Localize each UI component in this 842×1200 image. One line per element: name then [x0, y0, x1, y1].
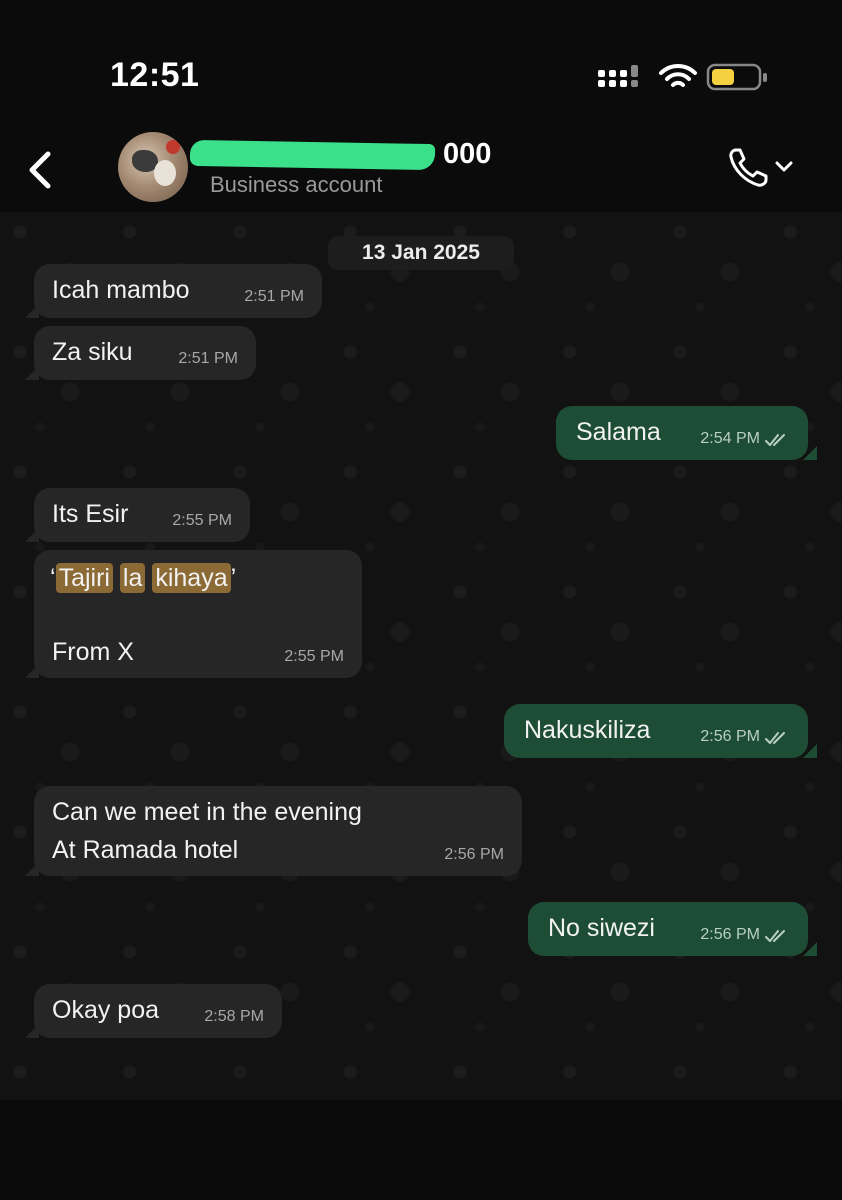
- read-receipt-icon: [765, 732, 785, 744]
- chevron-down-icon: [775, 161, 793, 172]
- read-receipt-icon: [765, 434, 785, 446]
- phone-call-icon: [729, 148, 768, 187]
- message-text: Okay poa: [52, 996, 160, 1024]
- back-button[interactable]: [22, 148, 62, 192]
- quote-close: ’: [230, 564, 237, 592]
- chat-header: 000 Business account: [0, 130, 842, 212]
- message-outgoing[interactable]: Nakuskiliza 2:56 PM: [504, 704, 808, 758]
- message-time: 2:56 PM: [700, 728, 760, 745]
- status-bar: 12:51: [0, 0, 842, 130]
- wifi-icon: [659, 63, 697, 87]
- message-outgoing[interactable]: No siwezi 2:56 PM: [528, 902, 808, 956]
- message-outgoing[interactable]: Salama 2:54 PM: [556, 406, 808, 460]
- message-text: Nakuskiliza: [524, 716, 651, 744]
- message-text: Za siku: [52, 338, 133, 366]
- message-incoming[interactable]: Okay poa 2:58 PM: [25, 984, 282, 1038]
- message-text: Its Esir: [52, 500, 129, 528]
- quote-open: ‘: [50, 564, 56, 592]
- status-time: 12:51: [110, 56, 200, 94]
- message-incoming[interactable]: Its Esir 2:55 PM: [25, 488, 250, 542]
- message-text: At Ramada hotel: [52, 836, 239, 864]
- message-incoming[interactable]: Icah mambo 2:51 PM: [25, 264, 322, 318]
- contact-subtitle: Business account: [210, 172, 383, 197]
- message-time: 2:56 PM: [700, 926, 760, 943]
- name-redaction: [189, 139, 436, 171]
- message-time: 2:51 PM: [178, 350, 238, 367]
- contact-name-suffix: 000: [443, 138, 492, 170]
- message-incoming[interactable]: ‘Tajiri la kihaya’ From X 2:55 PM: [25, 550, 362, 678]
- chat-area[interactable]: 13 Jan 2025 Icah mambo 2:51 PM Za siku 2…: [0, 212, 842, 1100]
- cellular-signal-icon: [598, 65, 638, 87]
- message-time: 2:51 PM: [244, 288, 304, 305]
- message-time: 2:56 PM: [444, 846, 504, 863]
- message-text: No siwezi: [548, 914, 655, 942]
- highlighted-word: la: [119, 563, 146, 593]
- message-text: From X: [52, 638, 134, 666]
- back-chevron-icon: [29, 151, 51, 189]
- message-time: 2:58 PM: [204, 1008, 264, 1025]
- battery-icon: [706, 63, 767, 91]
- highlighted-word: Tajiri: [55, 563, 113, 593]
- message-time: 2:54 PM: [700, 430, 760, 447]
- highlighted-word: kihaya: [152, 563, 231, 593]
- message-quote-line: ‘Tajiri la kihaya’: [50, 563, 237, 593]
- status-icons: [596, 60, 768, 94]
- message-time: 2:55 PM: [284, 648, 344, 665]
- message-text: Salama: [576, 418, 661, 446]
- call-button[interactable]: [726, 144, 796, 190]
- message-incoming[interactable]: Za siku 2:51 PM: [25, 326, 256, 380]
- message-time: 2:55 PM: [172, 512, 232, 529]
- read-receipt-icon: [765, 930, 785, 942]
- date-separator: 13 Jan 2025: [328, 236, 514, 270]
- bottom-blank-area: [0, 1100, 842, 1200]
- message-text: Can we meet in the evening: [52, 798, 362, 826]
- contact-avatar[interactable]: [118, 132, 188, 202]
- message-incoming[interactable]: Can we meet in the evening At Ramada hot…: [25, 786, 522, 876]
- message-text: Icah mambo: [52, 276, 190, 304]
